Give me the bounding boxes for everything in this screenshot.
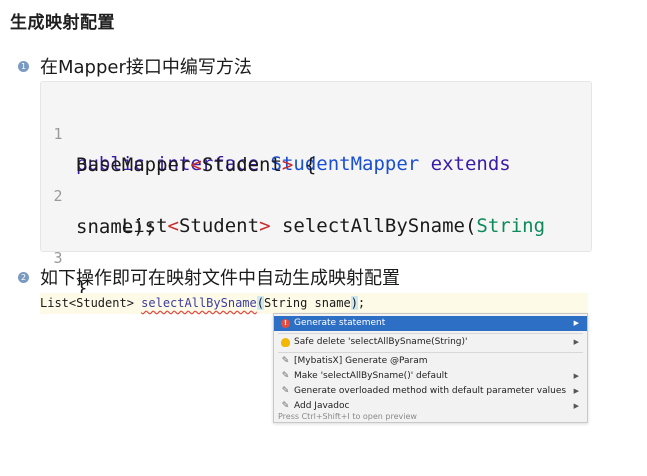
intention-actions-popup: ! Generate statement ▶ Safe delete 'sele… xyxy=(273,313,588,423)
step-2: 2 如下操作即可在映射文件中自动生成映射配置 xyxy=(18,264,400,290)
menu-item-label: Safe delete 'selectAllBySname(String)' xyxy=(294,337,468,347)
popup-footer-hint: Press Ctrl+Shift+I to open preview xyxy=(278,412,417,421)
pencil-icon: ✎ xyxy=(281,401,290,411)
code-block: 1 public interface StudentMapper extends… xyxy=(40,81,592,299)
pencil-icon: ✎ xyxy=(281,386,290,396)
menu-item-label: Make 'selectAllBySname()' default xyxy=(294,371,448,381)
submenu-arrow-icon: ▶ xyxy=(573,387,579,395)
menu-item-generate-statement[interactable]: ! Generate statement ▶ xyxy=(274,316,587,331)
submenu-arrow-icon: ▶ xyxy=(573,338,579,346)
submenu-arrow-icon: ▶ xyxy=(573,402,579,410)
bulb-icon xyxy=(281,338,290,347)
step-text: 在Mapper接口中编写方法 xyxy=(40,57,252,78)
editor-line[interactable]: List<Student> selectAllBySname(String sn… xyxy=(40,293,588,314)
code-line: 3 } xyxy=(41,213,591,299)
step-number-badge: 2 xyxy=(18,271,29,283)
divider xyxy=(278,352,583,353)
pencil-icon: ✎ xyxy=(281,371,290,381)
menu-item-generate-overloaded[interactable]: ✎ Generate overloaded method with defaul… xyxy=(274,384,587,399)
menu-item-label: Generate overloaded method with default … xyxy=(294,386,567,396)
code-line: 2 List<Student> selectAllBySname(String xyxy=(41,151,591,237)
menu-item-label: Generate statement xyxy=(294,318,386,328)
method-name-error[interactable]: selectAllBySname xyxy=(141,296,257,310)
step-text: 如下操作即可在映射文件中自动生成映射配置 xyxy=(40,268,400,289)
menu-item-make-default[interactable]: ✎ Make 'selectAllBySname()' default ▶ xyxy=(274,369,587,384)
error-icon: ! xyxy=(281,319,290,328)
paren-highlight: ( xyxy=(256,296,264,310)
menu-item-safe-delete[interactable]: Safe delete 'selectAllBySname(String)' ▶ xyxy=(274,335,587,350)
submenu-arrow-icon: ▶ xyxy=(573,319,579,327)
ide-screenshot: List<Student> selectAllBySname(String sn… xyxy=(40,293,588,423)
paren-highlight: ) xyxy=(350,296,358,310)
code-text: ; xyxy=(357,296,366,310)
step-1: 1 在Mapper接口中编写方法 xyxy=(18,53,252,79)
code-line: sname); xyxy=(41,182,591,238)
step-number-badge: 1 xyxy=(18,60,29,72)
code-args: String sname xyxy=(263,296,351,310)
menu-item-generate-param[interactable]: ✎ [MybatisX] Generate @Param xyxy=(274,354,587,369)
submenu-arrow-icon: ▶ xyxy=(573,372,579,380)
menu-item-label: [MybatisX] Generate @Param xyxy=(294,356,428,366)
code-text: List<Student> xyxy=(40,296,142,310)
divider xyxy=(278,333,583,334)
code-line: BaseMapper<Student> { xyxy=(41,120,591,176)
section-heading: 生成映射配置 xyxy=(10,13,115,33)
pencil-icon: ✎ xyxy=(281,356,290,366)
code-line: 1 public interface StudentMapper extends xyxy=(41,89,591,175)
